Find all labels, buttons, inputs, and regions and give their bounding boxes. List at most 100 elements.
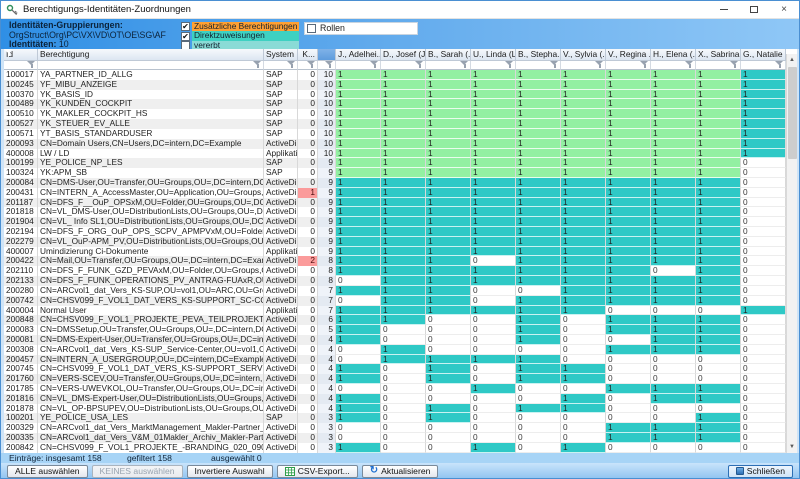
- cell-assignment-via-role: 1: [696, 89, 741, 100]
- table-row[interactable]: 200093 CN=Domain Users,CN=Users,DC=intern…: [4, 138, 797, 149]
- column-header-person-7[interactable]: H., Elena (...: [651, 49, 696, 61]
- table-row[interactable]: 100245 YF_MIBU_ANZEIGE SAP 0 10 1 1 1 1 1 1 1 1 1 1: [4, 79, 797, 90]
- table-row[interactable]: 202110 CN=DFS_F_FUNK_GZD_PEVAxM,OU=Folder…: [4, 266, 797, 277]
- table-row[interactable]: 201878 CN=VL_OP-BPSUPEV,OU=DistributionLi…: [4, 403, 797, 414]
- filter-input[interactable]: [264, 61, 298, 70]
- filter-input[interactable]: [516, 61, 561, 70]
- table-row[interactable]: 201187 CN=DFS_F__OuP_OPSxM,OU=Folder,OU=G…: [4, 197, 797, 208]
- table-row[interactable]: 400007 Umindizierung Ci-Dokumente Applikat…: [4, 246, 797, 257]
- column-header-berechtigung[interactable]: Berechtigung: [38, 49, 264, 61]
- cell-assignment-via-role: 1: [516, 138, 561, 149]
- cell-assignment-none: 0: [516, 285, 561, 296]
- scroll-down-icon[interactable]: ▼: [787, 441, 797, 453]
- table-row[interactable]: 200280 CN=ARCvol1_dat_Vers_KS-SUP,OU=vol1…: [4, 285, 797, 296]
- table-row[interactable]: 100510 YK_MAKLER_COCKPIT_HS SAP 0 10 1 1 1 1 1 1 1 1…: [4, 109, 797, 120]
- table-row[interactable]: 200084 CN=DMS-User,OU=Transfer,OU=Groups,…: [4, 177, 797, 188]
- filter-input[interactable]: [426, 61, 471, 70]
- column-header-person-6[interactable]: V., Regina ...: [606, 49, 651, 61]
- table-row[interactable]: 100489 YK_KUNDEN_COCKPIT SAP 0 10 1 1 1 1 1 1 1 1 1 1: [4, 99, 797, 110]
- checkbox-label: Direktzuweisungen: [192, 31, 299, 41]
- cell-assignment-via-role: 1: [606, 109, 651, 120]
- table-row[interactable]: 400008LW / LDApplikati...0101111111111: [4, 148, 797, 159]
- filter-input[interactable]: [741, 61, 786, 70]
- refresh-button[interactable]: ↻ Aktualisieren: [361, 464, 439, 478]
- select-all-button[interactable]: ALLE auswählen: [7, 464, 88, 478]
- table-row[interactable]: 100324 YK:APM_SB SAP 0 9 1 1 1 1 1 1 1 1 1 0: [4, 168, 797, 178]
- filter-input[interactable]: [696, 61, 741, 70]
- table-row[interactable]: 200083 CN=DMSSetup,OU=Transfer,OU=Groups,…: [4, 325, 797, 335]
- filter-input[interactable]: [298, 61, 318, 70]
- table-row[interactable]: 100199 YE_POLICE_NP_LES SAP 0 9 1 1 1 1 1 1 1 1 1 0: [4, 158, 797, 169]
- cell-assignment-none: 0: [561, 315, 606, 326]
- table-row[interactable]: 100571 YT_BASIS_STANDARDUSER SAP 0 10 1 1 1 1 1 1 1…: [4, 128, 797, 139]
- table-row[interactable]: 200457 CN=INTERN_A_USERGROUP,OU=,DC=inter…: [4, 354, 797, 365]
- table-row[interactable]: 200848 CN=CHSV099_F_VOL1_PROJEKTE_PEVA_TE…: [4, 315, 797, 326]
- close-icon[interactable]: ×: [769, 1, 799, 18]
- checkbox-roles-extra[interactable]: ✔: [181, 22, 190, 32]
- cell-conflicts: 0: [298, 295, 318, 306]
- filter-input[interactable]: [471, 61, 516, 70]
- table-row[interactable]: 202194 CN=DFS_F_ORG_OuP_OPS_SCPV_APMPVxM,…: [4, 227, 797, 237]
- table-row[interactable]: 200308 CN=ARCvol1_dat_Vers_KS-SUP_Service…: [4, 344, 797, 355]
- table-row[interactable]: 100017 YA_PARTNER_ID_ALLG SAP 0 10 1 1 1 1 1 1 1 1 1 1: [4, 70, 797, 80]
- table-row[interactable]: 200422 CN=Mail,OU=Transfer,OU=Groups,OU=,…: [4, 256, 797, 267]
- column-header-person-8[interactable]: X., Sabrina ...: [696, 49, 741, 61]
- scrollbar-thumb[interactable]: [788, 67, 797, 159]
- column-header-person-0[interactable]: J., Adelhei...: [336, 49, 381, 61]
- table-row[interactable]: 400004Normal UserApplikati...07111111000…: [4, 305, 797, 316]
- cell-assignment-direct-assignment: 1: [651, 246, 696, 257]
- cell-count: 4: [318, 384, 336, 394]
- table-row[interactable]: 200745 CN=CHSV099_F_VOL1_DAT_VERS_KS-SUPP…: [4, 364, 797, 375]
- table-row[interactable]: 200742 CN=CHSV099_F_VOL1_DAT_VERS_KS-SUPP…: [4, 295, 797, 306]
- table-row[interactable]: 200431 CN=INTERN_A_AccessMaster,OU=Applic…: [4, 187, 797, 198]
- filter-input[interactable]: [651, 61, 696, 70]
- table-row[interactable]: 201785 CN=VERS-UWEVKOL,OU=Transfer,OU=Gro…: [4, 384, 797, 394]
- invert-selection-button[interactable]: Invertiere Auswahl: [186, 464, 273, 478]
- cell-assignment-via-role: 1: [561, 128, 606, 139]
- cell-assignment-direct-assignment: 1: [606, 423, 651, 434]
- table-row[interactable]: 100370 YK_BASIS_ID SAP 0 10 1 1 1 1 1 1 1 1 1 1: [4, 89, 797, 100]
- cell-count: 9: [318, 217, 336, 227]
- filter-input[interactable]: [606, 61, 651, 70]
- table-row[interactable]: 201818 CN=VL_DMS-User,OU=DistributionList…: [4, 207, 797, 218]
- table-row[interactable]: 201760 CN=VERS-SCEV,OU=Transfer,OU=Groups…: [4, 374, 797, 384]
- cell-system: ActiveDi...: [264, 256, 298, 267]
- column-header-person-9[interactable]: G., Natalie ...: [741, 49, 786, 61]
- column-header-person-5[interactable]: V., Sylvia (...: [561, 49, 606, 61]
- scroll-up-icon[interactable]: ▲: [787, 54, 797, 66]
- table-row[interactable]: 200081 CN=DMS-Expert-User,OU=Transfer,OU=…: [4, 334, 797, 345]
- column-header-k[interactable]: K...: [298, 49, 318, 61]
- column-header-system[interactable]: System: [264, 49, 298, 61]
- table-row[interactable]: 202279 CN=VL_OuP-APM_PV,OU=DistributionLi…: [4, 236, 797, 247]
- close-dialog-button[interactable]: Schließen: [727, 464, 793, 478]
- table-row[interactable]: 200329 CN=ARCvol1_dat_Vers_MarktManagemen…: [4, 423, 797, 434]
- table-row[interactable]: 202133 CN=DFS_F_FUNK_OPERATIONS_PV_ANTRAG…: [4, 276, 797, 286]
- column-header-person-3[interactable]: U., Linda (L...: [471, 49, 516, 61]
- minimize-icon[interactable]: [709, 1, 739, 18]
- table-row[interactable]: 201816 CN=VL_DMS-Expert-User,OU=Distribut…: [4, 393, 797, 404]
- filter-input[interactable]: [318, 61, 336, 70]
- rollen-filter-field[interactable]: Rollen: [304, 22, 418, 35]
- cell-conflicts: 0: [298, 393, 318, 404]
- rollen-checkbox[interactable]: [307, 24, 316, 33]
- table-row[interactable]: 100201 YE_POLICE_USA_LES SAP 0 3 1 0 1 0 0 0 0 0 1 0: [4, 413, 797, 424]
- table-row[interactable]: 200335 CN=ARCvol1_dat_Vers_V&M_01Makler_A…: [4, 433, 797, 443]
- checkbox-direct-assignments[interactable]: ✔: [181, 31, 190, 41]
- filter-input[interactable]: [38, 61, 264, 70]
- column-header-person-1[interactable]: D., Josef (J...: [381, 49, 426, 61]
- filter-input[interactable]: [381, 61, 426, 70]
- filter-input[interactable]: [561, 61, 606, 70]
- csv-export-button[interactable]: CSV-Export...: [276, 464, 358, 478]
- table-row[interactable]: 100527 YK_STEUER_EV_ALLE SAP 0 10 1 1 1 1 1 1 1 1 1 1: [4, 119, 797, 129]
- column-header-person-4[interactable]: B., Stepha...: [516, 49, 561, 61]
- cell-assignment-via-role: 1: [426, 89, 471, 100]
- vertical-scrollbar[interactable]: ▲ ▼: [786, 54, 797, 453]
- filter-input[interactable]: [4, 61, 38, 70]
- header-band: Identitäten-Gruppierungen: OrgStruct\Org…: [1, 19, 799, 51]
- maximize-icon[interactable]: [739, 1, 769, 18]
- table-row[interactable]: 201904 CN=VL_ Info SL1,OU=DistributionLis…: [4, 217, 797, 227]
- filter-input[interactable]: [336, 61, 381, 70]
- table-row[interactable]: 200842 CN=CHSV099_F_VOL1_PROJEKTE_-BRANDI…: [4, 442, 797, 453]
- column-header-person-2[interactable]: B., Sarah (...: [426, 49, 471, 61]
- column-header-count-sorted[interactable]: [318, 49, 336, 61]
